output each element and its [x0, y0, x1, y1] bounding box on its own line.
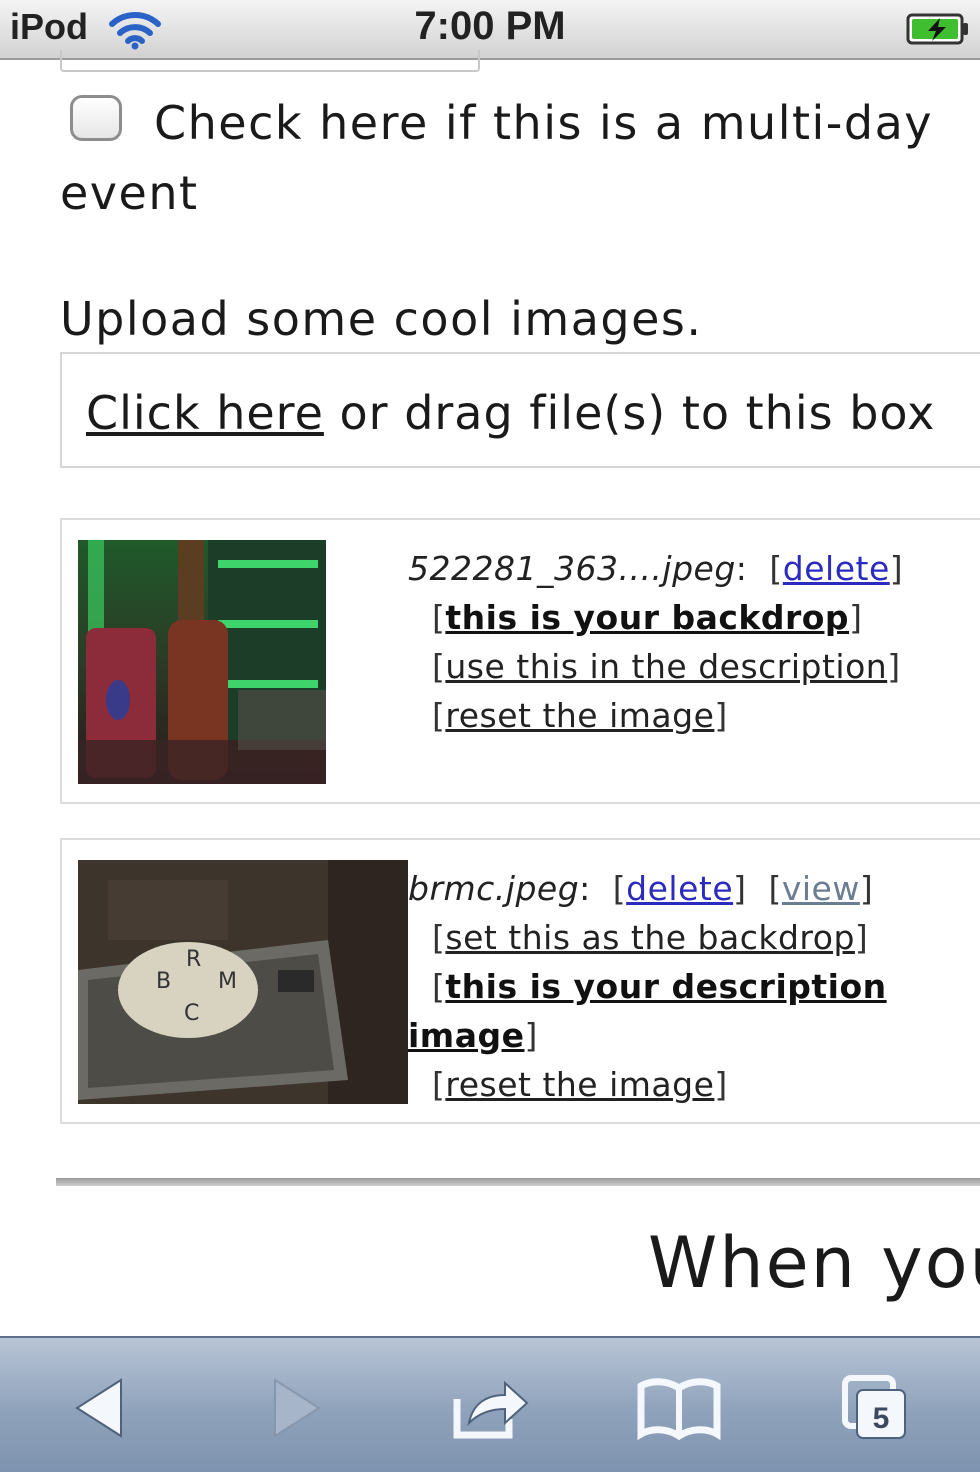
image-1-filename: 522281_363....jpeg — [408, 549, 736, 588]
tabs-icon: 5 — [842, 1375, 906, 1439]
bookmarks-icon — [637, 1378, 721, 1440]
image-1-reset-link[interactable]: reset the image — [445, 696, 714, 735]
upload-dropzone[interactable]: Click here or drag file(s) to this box — [60, 352, 980, 468]
image-2-backdrop-link[interactable]: set this as the backdrop — [445, 918, 855, 957]
previous-input-field[interactable] — [60, 50, 480, 72]
image-2-delete-link[interactable]: delete — [626, 869, 733, 908]
tabs-count: 5 — [873, 1402, 890, 1435]
svg-text:M: M — [218, 969, 237, 994]
image-1-actions: 522281_363....jpeg: [delete] [this is yo… — [408, 549, 904, 735]
tabs-button[interactable]: 5 — [830, 1368, 920, 1448]
image-thumbnail-turntable[interactable]: B R M C — [78, 860, 408, 1104]
upload-title: Upload some cool images. — [60, 292, 703, 346]
image-card: 522281_363....jpeg: [delete] [this is yo… — [60, 518, 980, 804]
bookmarks-button[interactable] — [634, 1368, 724, 1448]
forward-button[interactable] — [250, 1368, 340, 1448]
share-icon — [453, 1380, 529, 1439]
svg-text:C: C — [184, 1001, 199, 1026]
image-1-backdrop-link[interactable]: this is your backdrop — [445, 598, 849, 637]
image-2-actions: brmc.jpeg: [delete] [view] [set this as … — [408, 869, 887, 1104]
clock: 7:00 PM — [414, 4, 566, 48]
dropzone-text: Click here or drag file(s) to this box — [86, 386, 935, 440]
dropzone-instruction: or drag file(s) to this box — [323, 386, 936, 440]
section-heading: When you — [648, 1222, 980, 1304]
back-button[interactable] — [56, 1368, 146, 1448]
svg-text:R: R — [186, 947, 201, 972]
battery-charging-icon — [906, 13, 968, 45]
image-thumbnail-bottles[interactable] — [78, 540, 326, 784]
image-1-delete-link[interactable]: delete — [783, 549, 890, 588]
back-icon — [75, 1378, 122, 1438]
image-2-description-link[interactable]: this is your description — [445, 967, 886, 1006]
image-2-reset-link[interactable]: reset the image — [445, 1065, 714, 1104]
image-2-filename: brmc.jpeg — [408, 869, 580, 908]
image-2-view-link[interactable]: view — [782, 869, 860, 908]
share-button[interactable] — [446, 1368, 536, 1448]
image-card: B R M C brmc.jpeg: [delete] [view] [set … — [60, 838, 980, 1124]
svg-text:B: B — [156, 969, 171, 994]
image-1-description-link[interactable]: use this in the description — [445, 647, 887, 686]
multiday-label: Check here if this is a multi-day event — [60, 96, 934, 220]
forward-icon — [274, 1378, 321, 1438]
browser-toolbar: 5 — [0, 1336, 980, 1472]
click-here-link[interactable]: Click here — [86, 386, 324, 440]
section-divider — [56, 1178, 980, 1186]
image-2-description-link-cont[interactable]: image — [408, 1016, 524, 1055]
